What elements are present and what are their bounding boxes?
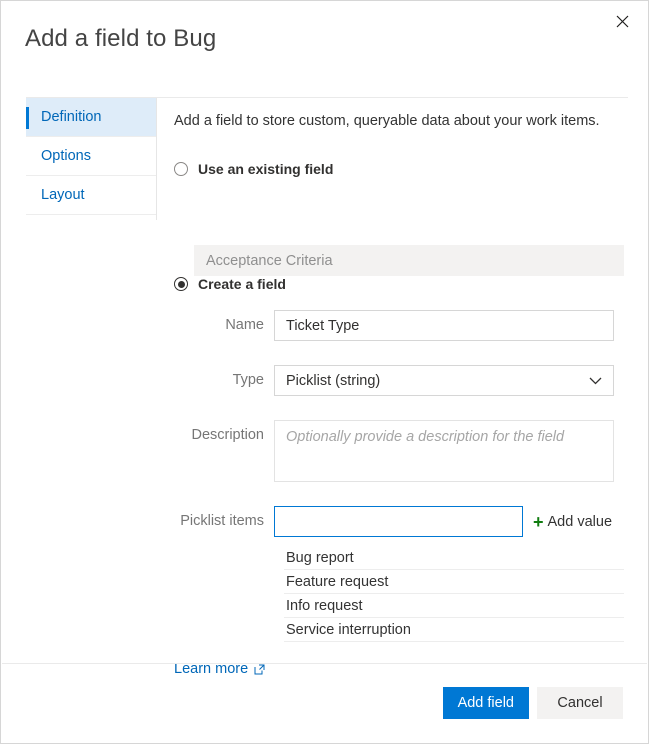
picklist-items-input[interactable]	[274, 506, 523, 537]
list-item[interactable]: Bug report	[284, 546, 624, 570]
sidebar-item-options[interactable]: Options	[26, 137, 156, 176]
add-field-button[interactable]: Add field	[443, 687, 529, 719]
name-row: Name Ticket Type	[174, 310, 629, 341]
plus-icon: +	[533, 513, 544, 531]
add-field-dialog: Add a field to Bug Definition Options La…	[0, 0, 649, 744]
dialog-content: Add a field to store custom, queryable d…	[174, 111, 629, 678]
sidebar-item-definition[interactable]: Definition	[26, 98, 156, 137]
radio-create-field[interactable]	[174, 277, 188, 291]
create-field-option-row[interactable]: Create a field	[174, 276, 629, 292]
dialog-footer: Add field Cancel	[443, 687, 623, 719]
picklist-items-row: Picklist items + Add value	[174, 506, 629, 537]
type-select[interactable]: Picklist (string)	[274, 365, 614, 396]
name-label: Name	[174, 310, 274, 341]
description-placeholder: Optionally provide a description for the…	[286, 429, 564, 445]
sidebar-item-label: Definition	[41, 109, 101, 125]
list-item[interactable]: Info request	[284, 594, 624, 618]
name-input-value: Ticket Type	[286, 318, 359, 334]
chevron-down-icon	[589, 377, 602, 385]
sidebar-item-layout[interactable]: Layout	[26, 176, 156, 215]
create-field-form: Name Ticket Type Type Picklist (string) …	[174, 310, 629, 678]
type-label: Type	[174, 365, 274, 396]
description-label: Description	[174, 420, 274, 451]
name-input[interactable]: Ticket Type	[274, 310, 614, 341]
description-row: Description Optionally provide a descrip…	[174, 420, 629, 482]
add-value-label: Add value	[548, 514, 613, 530]
close-glyph	[616, 15, 629, 28]
existing-field-value: Acceptance Criteria	[206, 253, 333, 269]
list-item[interactable]: Feature request	[284, 570, 624, 594]
intro-text: Add a field to store custom, queryable d…	[174, 111, 629, 131]
external-link-icon	[254, 664, 265, 675]
existing-field-select[interactable]: Acceptance Criteria	[194, 245, 624, 276]
dialog-header: Add a field to Bug	[1, 1, 648, 97]
existing-field-option-row[interactable]: Use an existing field	[174, 161, 629, 177]
add-value-button[interactable]: + Add value	[533, 506, 612, 537]
existing-field-section: Use an existing field Acceptance Criteri…	[174, 161, 629, 276]
description-textarea[interactable]: Optionally provide a description for the…	[274, 420, 614, 482]
sidebar-item-label: Options	[41, 148, 91, 164]
dialog-sidebar: Definition Options Layout	[26, 98, 157, 220]
type-row: Type Picklist (string)	[174, 365, 629, 396]
radio-dot	[178, 281, 185, 288]
cancel-button[interactable]: Cancel	[537, 687, 623, 719]
page-title: Add a field to Bug	[25, 23, 216, 55]
footer-divider	[2, 663, 647, 664]
picklist-items-label: Picklist items	[174, 506, 274, 537]
selection-indicator	[26, 107, 29, 129]
existing-field-label[interactable]: Use an existing field	[198, 161, 333, 177]
close-icon[interactable]	[606, 5, 638, 37]
list-item[interactable]: Service interruption	[284, 618, 624, 642]
create-field-label[interactable]: Create a field	[198, 276, 286, 292]
sidebar-item-label: Layout	[41, 187, 85, 203]
radio-use-existing-field[interactable]	[174, 162, 188, 176]
type-select-value: Picklist (string)	[286, 373, 380, 389]
picklist-values-list: Bug report Feature request Info request …	[284, 546, 624, 642]
